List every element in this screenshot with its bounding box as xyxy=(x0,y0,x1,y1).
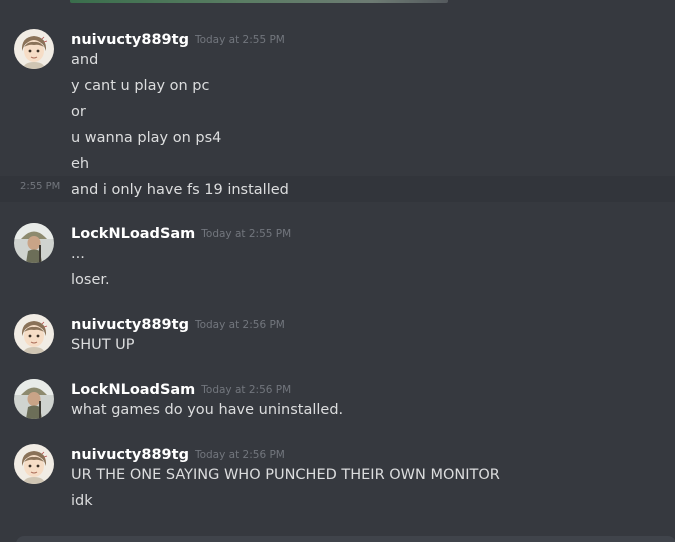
chat-messages-pane[interactable]: nuivucty889tg Today at 2:55 PM and y cant… xyxy=(0,0,675,542)
username[interactable]: LockNLoadSam xyxy=(71,382,195,398)
message-text: ... xyxy=(71,246,85,262)
message-header: nuivucty889tg Today at 2:55 PM xyxy=(71,29,285,49)
message-line[interactable]: loser. xyxy=(0,269,675,295)
message-timestamp[interactable]: Today at 2:56 PM xyxy=(201,384,291,396)
message-line[interactable]: UR THE ONE SAYING WHO PUNCHED THEIR OWN … xyxy=(0,464,675,490)
previous-message-embed-edge xyxy=(70,0,448,3)
message-line[interactable]: or xyxy=(0,101,675,127)
message-header: nuivucty889tg Today at 2:56 PM xyxy=(71,314,285,334)
message-timestamp[interactable]: Today at 2:56 PM xyxy=(195,319,285,331)
message-text: eh xyxy=(71,156,90,172)
message-text: and xyxy=(71,52,99,68)
message-line[interactable]: and xyxy=(0,49,675,75)
hover-timestamp[interactable]: 2:55 PM xyxy=(20,180,60,194)
message-line-hovered[interactable]: 2:55 PM and i only have fs 19 installed xyxy=(0,176,675,202)
message-text: and i only have fs 19 installed xyxy=(71,182,289,198)
message-input-box[interactable] xyxy=(16,536,675,542)
message-timestamp[interactable]: Today at 2:55 PM xyxy=(195,34,285,46)
message-header: nuivucty889tg Today at 2:56 PM xyxy=(71,444,285,464)
message-line[interactable]: ... xyxy=(0,243,675,269)
message-text: SHUT UP xyxy=(71,337,135,353)
message-line[interactable]: what games do you have uninstalled. xyxy=(0,399,675,425)
message-line[interactable]: idk xyxy=(0,490,675,516)
message-text: y cant u play on pc xyxy=(71,78,210,94)
message-line[interactable]: u wanna play on ps4 xyxy=(0,127,675,153)
message-timestamp[interactable]: Today at 2:56 PM xyxy=(195,449,285,461)
message-text: UR THE ONE SAYING WHO PUNCHED THEIR OWN … xyxy=(71,467,500,483)
message-line[interactable]: y cant u play on pc xyxy=(0,75,675,101)
message-text: what games do you have uninstalled. xyxy=(71,402,344,418)
message-header: LockNLoadSam Today at 2:55 PM xyxy=(71,223,291,243)
message-header: LockNLoadSam Today at 2:56 PM xyxy=(71,379,291,399)
username[interactable]: LockNLoadSam xyxy=(71,226,195,242)
message-text: loser. xyxy=(71,272,110,288)
message-timestamp[interactable]: Today at 2:55 PM xyxy=(201,228,291,240)
message-text: or xyxy=(71,104,86,120)
message-text: u wanna play on ps4 xyxy=(71,130,222,146)
username[interactable]: nuivucty889tg xyxy=(71,447,189,463)
message-line[interactable]: SHUT UP xyxy=(0,334,675,360)
message-text: idk xyxy=(71,493,93,509)
username[interactable]: nuivucty889tg xyxy=(71,32,189,48)
username[interactable]: nuivucty889tg xyxy=(71,317,189,333)
